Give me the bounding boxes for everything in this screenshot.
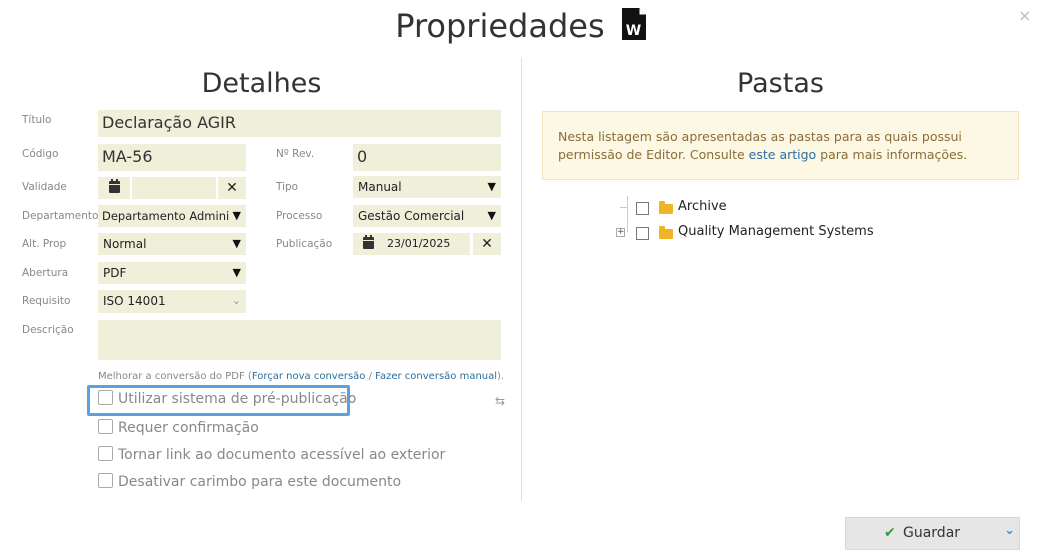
modal-title: Propriedades W xyxy=(0,5,1042,47)
abertura-value: PDF xyxy=(103,266,127,280)
tree-connector xyxy=(620,207,628,208)
swap-icon[interactable]: ⇆ xyxy=(495,394,505,408)
publicacao-label: Publicação xyxy=(276,238,333,250)
option-requer-confirmacao[interactable]: Requer confirmação xyxy=(98,419,259,437)
nrev-input[interactable]: 0 xyxy=(353,144,501,171)
nrev-label: Nº Rev. xyxy=(276,148,315,160)
check-icon: ✔ xyxy=(884,525,896,541)
calendar-icon xyxy=(109,179,120,193)
checkbox[interactable] xyxy=(98,446,113,461)
save-label: Guardar xyxy=(903,525,961,541)
option-label: Desativar carimbo para este documento xyxy=(118,474,402,490)
tree-item-qms[interactable]: Quality Management Systems xyxy=(678,224,874,240)
descricao-label: Descrição xyxy=(22,324,74,336)
option-pre-publicacao[interactable]: Utilizar sistema de pré-publicação xyxy=(98,390,356,408)
tree-connector xyxy=(627,196,628,232)
processo-label: Processo xyxy=(276,210,323,222)
option-label: Utilizar sistema de pré-publicação xyxy=(118,391,357,407)
hint-prefix: Melhorar a conversão do PDF ( xyxy=(98,371,252,382)
processo-select[interactable]: Gestão Comercial ▼ xyxy=(353,205,501,227)
titulo-label: Título xyxy=(22,114,52,126)
info-text-end: para mais informações. xyxy=(816,147,968,162)
folders-heading: Pastas xyxy=(737,68,824,99)
column-divider xyxy=(521,58,522,501)
chevron-down-icon: ▼ xyxy=(232,237,241,250)
requisito-value: ISO 14001 xyxy=(103,294,166,308)
option-label: Tornar link ao documento acessível ao ex… xyxy=(118,447,446,463)
processo-value: Gestão Comercial xyxy=(358,209,465,223)
tipo-label: Tipo xyxy=(276,181,299,193)
hint-separator: / xyxy=(365,371,376,382)
details-heading: Detalhes xyxy=(201,68,322,99)
abertura-select[interactable]: PDF ▼ xyxy=(98,262,246,284)
chevron-down-icon: ▼ xyxy=(232,266,241,279)
publicacao-calendar-button[interactable] xyxy=(353,233,385,255)
chevron-down-icon: ▼ xyxy=(487,180,496,193)
pdf-conversion-hint: Melhorar a conversão do PDF (Forçar nova… xyxy=(98,371,504,382)
manual-conversion-link[interactable]: Fazer conversão manual xyxy=(375,371,497,382)
option-label: Requer confirmação xyxy=(118,420,259,436)
expand-plus-icon[interactable]: + xyxy=(616,228,625,237)
validade-calendar-button[interactable] xyxy=(98,177,130,199)
folders-info-alert: Nesta listagem são apresentadas as pasta… xyxy=(542,111,1019,180)
modal-title-text: Propriedades xyxy=(395,7,605,45)
titulo-input[interactable]: Declaração AGIR xyxy=(98,110,501,137)
tree-checkbox-qms[interactable] xyxy=(636,227,649,240)
option-link-exterior[interactable]: Tornar link ao documento acessível ao ex… xyxy=(98,446,445,464)
chevron-down-icon: ⌄ xyxy=(231,294,241,307)
word-document-icon: W xyxy=(621,8,646,40)
svg-text:W: W xyxy=(626,23,641,39)
codigo-label: Código xyxy=(22,148,59,160)
departamento-label: Departamento xyxy=(22,210,99,222)
tipo-value: Manual xyxy=(358,180,402,194)
folder-icon xyxy=(659,201,673,214)
abertura-label: Abertura xyxy=(22,267,69,279)
departamento-select[interactable]: Departamento Admini ▼ xyxy=(98,205,246,227)
validade-date-input[interactable] xyxy=(132,177,216,199)
folder-icon xyxy=(659,226,673,239)
publicacao-clear-icon[interactable]: ✕ xyxy=(473,233,501,255)
calendar-icon xyxy=(363,235,374,249)
option-desativar-carimbo[interactable]: Desativar carimbo para este documento xyxy=(98,473,401,491)
tree-item-archive[interactable]: Archive xyxy=(678,199,727,215)
altprop-value: Normal xyxy=(103,237,147,251)
altprop-label: Alt. Prop xyxy=(22,238,67,250)
validade-clear-icon[interactable]: ✕ xyxy=(218,177,246,199)
chevron-down-icon: ▼ xyxy=(487,209,496,222)
checkbox[interactable] xyxy=(98,473,113,488)
codigo-input[interactable]: MA-56 xyxy=(98,144,246,171)
tipo-select[interactable]: Manual ▼ xyxy=(353,176,501,198)
hint-suffix: ). xyxy=(497,371,505,382)
departamento-value: Departamento Admini xyxy=(102,209,230,223)
checkbox[interactable] xyxy=(98,419,113,434)
requisito-label: Requisito xyxy=(22,295,71,307)
force-conversion-link[interactable]: Forçar nova conversão xyxy=(252,371,366,382)
save-button[interactable]: ✔ Guardar ⌄ xyxy=(845,517,1020,550)
requisito-select[interactable]: ISO 14001 ⌄ xyxy=(98,290,246,313)
descricao-textarea[interactable] xyxy=(98,320,501,360)
altprop-select[interactable]: Normal ▼ xyxy=(98,233,246,255)
checkbox[interactable] xyxy=(98,390,113,405)
chevron-down-icon[interactable]: ⌄ xyxy=(1004,523,1015,538)
publicacao-date-input[interactable]: 23/01/2025 xyxy=(384,233,470,255)
tree-checkbox-archive[interactable] xyxy=(636,202,649,215)
info-article-link[interactable]: este artigo xyxy=(749,147,817,162)
validade-label: Validade xyxy=(22,181,67,193)
chevron-down-icon: ▼ xyxy=(230,205,241,227)
